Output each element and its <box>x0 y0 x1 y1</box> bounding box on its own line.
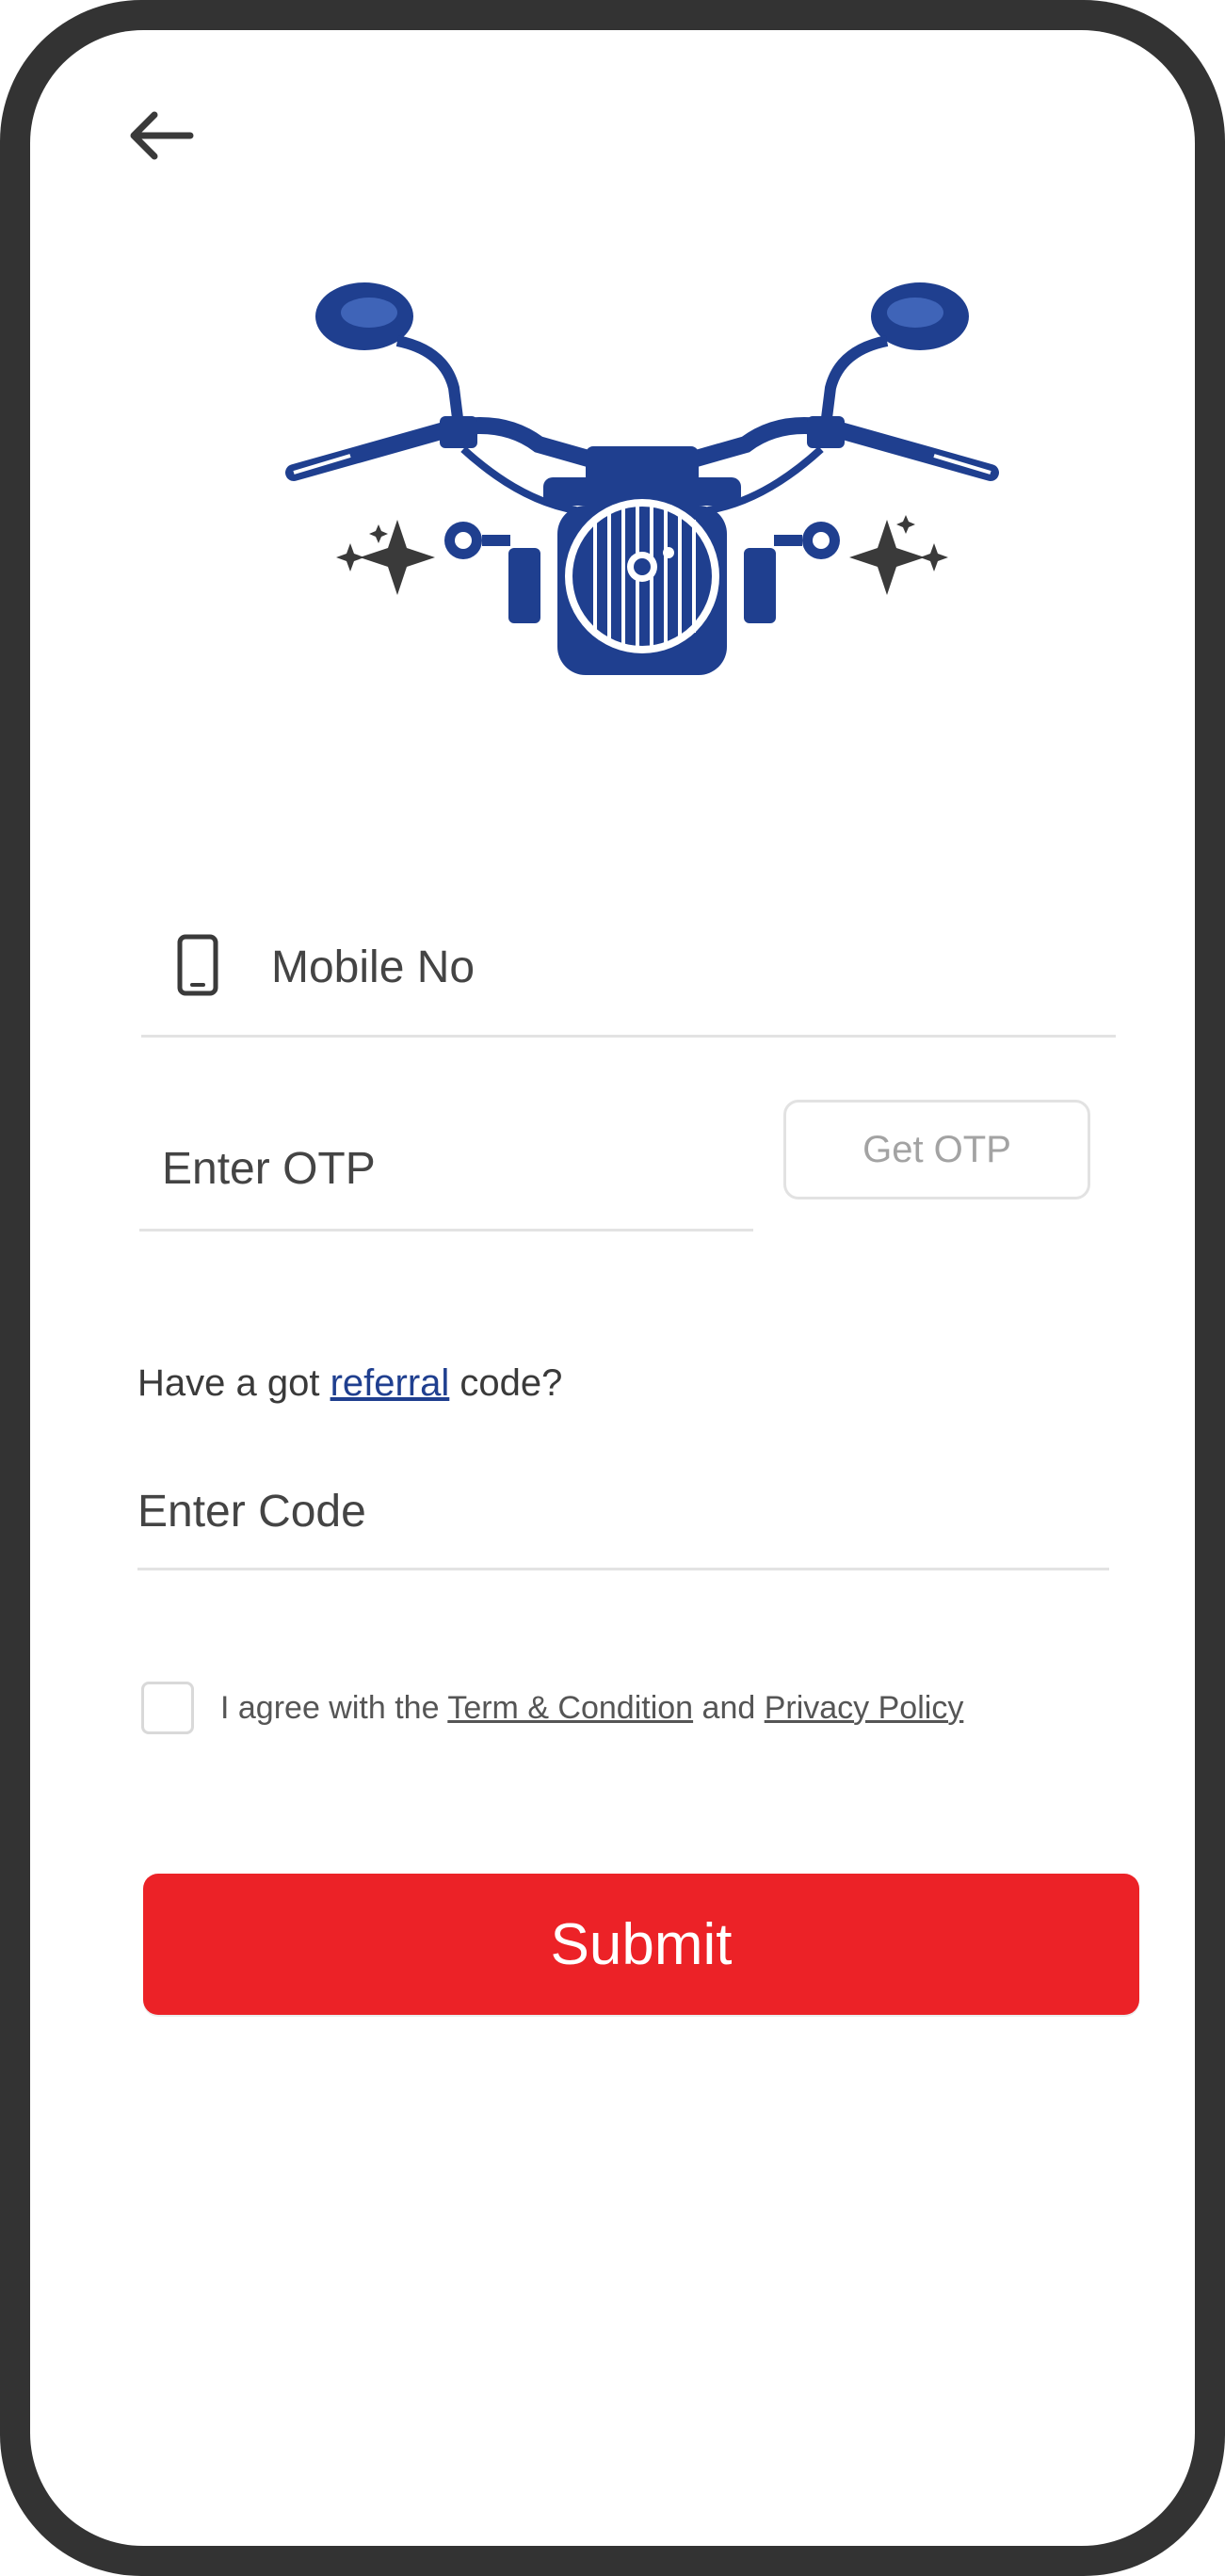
screen: Get OTP Have a got referral code? I agre… <box>30 30 1195 2546</box>
motorcycle-illustration <box>285 282 999 675</box>
referral-code-input[interactable] <box>137 1480 985 1542</box>
mobile-field <box>141 896 1116 1038</box>
back-button[interactable] <box>113 89 207 183</box>
submit-button[interactable]: Submit <box>143 1874 1139 2015</box>
referral-prompt: Have a got referral code? <box>137 1362 562 1405</box>
get-otp-label: Get OTP <box>862 1128 1011 1170</box>
submit-label: Submit <box>550 1911 733 1977</box>
referral-prompt-before: Have a got <box>137 1362 330 1404</box>
terms-link[interactable]: Term & Condition <box>447 1690 693 1726</box>
privacy-policy-link[interactable]: Privacy Policy <box>765 1690 964 1726</box>
agreement-text: I agree with the Term & Condition and Pr… <box>220 1690 963 1727</box>
get-otp-button[interactable]: Get OTP <box>783 1100 1090 1199</box>
otp-field <box>139 1103 753 1232</box>
referral-prompt-after: code? <box>449 1362 563 1404</box>
sparkle-icon <box>849 515 948 595</box>
phone-frame: Get OTP Have a got referral code? I agre… <box>0 0 1225 2576</box>
mobile-input[interactable] <box>271 936 1072 998</box>
agreement-text-middle: and <box>693 1689 765 1726</box>
agreement-text-before: I agree with the <box>220 1689 448 1726</box>
referral-code-field <box>137 1442 1109 1570</box>
sparkle-icon <box>336 520 435 595</box>
mobile-phone-icon <box>177 934 218 996</box>
agree-checkbox[interactable] <box>141 1682 194 1734</box>
arrow-left-icon <box>130 111 194 160</box>
agreement-row: I agree with the Term & Condition and Pr… <box>141 1680 963 1736</box>
referral-link[interactable]: referral <box>330 1362 450 1404</box>
otp-input[interactable] <box>162 1137 727 1199</box>
